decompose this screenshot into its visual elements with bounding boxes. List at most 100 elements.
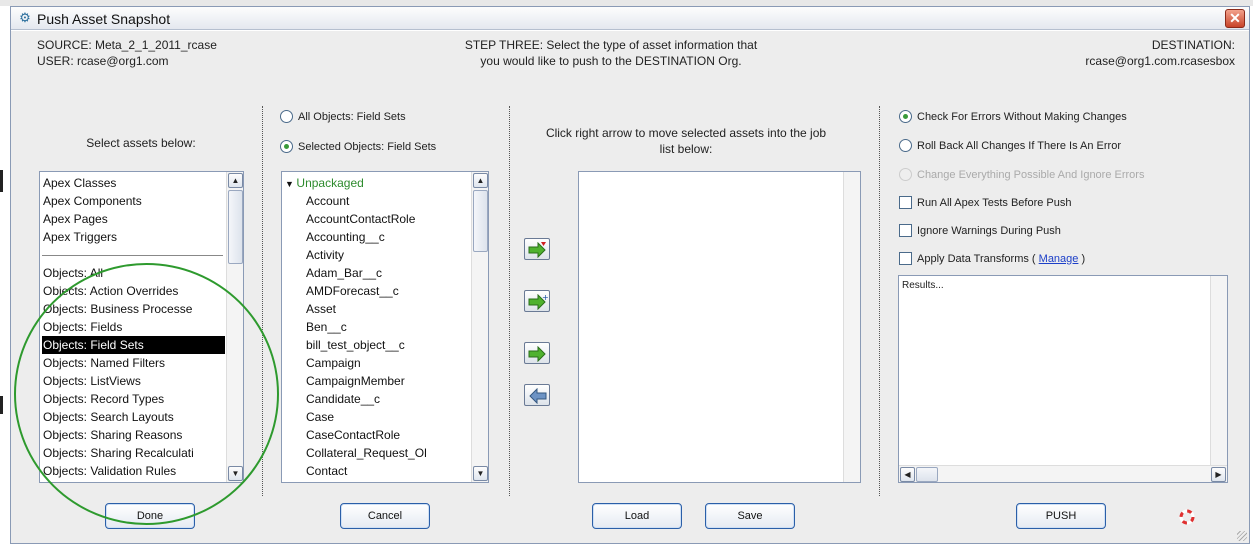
radio-all-objects[interactable]: All Objects: Field Sets xyxy=(280,110,406,123)
object-list-item[interactable]: CampaignMember xyxy=(284,372,470,390)
asset-list-item[interactable]: Objects: Search Layouts xyxy=(42,408,225,426)
radio-button[interactable] xyxy=(280,140,293,153)
arrow-right-red-icon xyxy=(528,242,546,258)
asset-list-item[interactable]: Apex Components xyxy=(42,192,225,210)
checkbox-run-tests[interactable]: Run All Apex Tests Before Push xyxy=(899,196,1072,209)
radio-label: Selected Objects: Field Sets xyxy=(298,140,437,153)
job-instruction-line-1: Click right arrow to move selected asset… xyxy=(545,126,827,140)
asset-list-item[interactable]: Objects: Record Types xyxy=(42,390,225,408)
move-left-button[interactable] xyxy=(524,384,550,406)
checkbox[interactable] xyxy=(899,252,912,265)
scroll-thumb[interactable] xyxy=(228,190,243,264)
asset-list-item[interactable]: Objects: Fields xyxy=(42,318,225,336)
scroll-right-button[interactable]: ▶ xyxy=(1211,467,1226,482)
scroll-thumb[interactable] xyxy=(916,467,938,482)
user-label: USER: rcase@org1.com xyxy=(37,54,169,68)
cancel-button[interactable]: Cancel xyxy=(340,503,430,529)
push-button[interactable]: PUSH xyxy=(1016,503,1106,529)
object-list-item[interactable]: ContentVersion xyxy=(284,480,470,482)
object-list-item[interactable]: Activity xyxy=(284,246,470,264)
checkbox-apply-transforms[interactable]: Apply Data Transforms ( Manage ) xyxy=(899,252,1085,265)
background-mark xyxy=(0,170,3,192)
results-vscrollbar[interactable] xyxy=(1210,276,1227,465)
move-all-button[interactable] xyxy=(524,238,550,260)
object-list-item[interactable]: Campaign xyxy=(284,354,470,372)
object-list-item[interactable]: AMDForecast__c xyxy=(284,282,470,300)
radio-rollback[interactable]: Roll Back All Changes If There Is An Err… xyxy=(899,139,1121,152)
object-list-item[interactable]: bill_test_object__c xyxy=(284,336,470,354)
object-list-item[interactable]: Ben__c xyxy=(284,318,470,336)
scroll-up-button[interactable]: ▲ xyxy=(473,173,488,188)
checkbox[interactable] xyxy=(899,196,912,209)
expand-triangle-icon[interactable]: ▼ xyxy=(285,179,296,189)
gear-icon: ⚙ xyxy=(19,10,31,25)
asset-list-item[interactable]: Apex Pages xyxy=(42,210,225,228)
asset-list-item[interactable]: Objects: Action Overrides xyxy=(42,282,225,300)
asset-list-item[interactable]: Objects: Sharing Recalculati xyxy=(42,444,225,462)
tree-group-unpackaged[interactable]: ▼ Unpackaged xyxy=(284,174,470,192)
move-right-button[interactable] xyxy=(524,342,550,364)
asset-list-item[interactable]: Objects: Sharing Reasons xyxy=(42,426,225,444)
checkbox-ignore-warnings[interactable]: Ignore Warnings During Push xyxy=(899,224,1061,237)
load-button[interactable]: Load xyxy=(592,503,682,529)
asset-list-item[interactable]: Objects: All xyxy=(42,264,225,282)
object-list-item[interactable]: Asset xyxy=(284,300,470,318)
object-list-item[interactable]: Contact xyxy=(284,462,470,480)
scroll-up-button[interactable]: ▲ xyxy=(228,173,243,188)
checkbox-label: Run All Apex Tests Before Push xyxy=(917,196,1072,209)
objects-listbox[interactable]: ▼ Unpackaged Account AccountContactRole Acc… xyxy=(281,171,489,483)
asset-list-item[interactable]: Apex Triggers xyxy=(42,228,225,246)
asset-list-item[interactable]: Objects: Field Sets xyxy=(42,336,225,354)
asset-list-item[interactable]: Objects: Validation Rules xyxy=(42,462,225,480)
manage-link[interactable]: Manage xyxy=(1039,253,1079,265)
scroll-left-button[interactable]: ◀ xyxy=(900,467,915,482)
radio-check-errors[interactable]: Check For Errors Without Making Changes xyxy=(899,110,1127,123)
checkbox-label-suffix: ) xyxy=(1081,252,1086,265)
background-mark xyxy=(0,396,3,414)
assets-scrollbar[interactable]: ▲ ▼ xyxy=(226,172,243,482)
object-list-item[interactable]: Adam_Bar__c xyxy=(284,264,470,282)
asset-list-item[interactable]: Objects: ListViews xyxy=(42,372,225,390)
radio-button[interactable] xyxy=(899,110,912,123)
job-instruction-line-2: list below: xyxy=(659,142,713,156)
job-listbox[interactable] xyxy=(578,171,861,483)
save-button[interactable]: Save xyxy=(705,503,795,529)
scroll-down-button[interactable]: ▼ xyxy=(473,466,488,481)
radio-button[interactable] xyxy=(899,139,912,152)
job-instructions: Click right arrow to move selected asset… xyxy=(511,125,861,157)
checkbox[interactable] xyxy=(899,224,912,237)
checkbox-label: Apply Data Transforms ( xyxy=(917,252,1036,265)
assets-listbox[interactable]: Apex Classes Apex Components Apex Pages Ape… xyxy=(39,171,244,483)
results-pane[interactable]: Results... ◀ ▶ xyxy=(898,275,1228,483)
radio-selected-objects[interactable]: Selected Objects: Field Sets xyxy=(280,140,436,153)
results-hscrollbar[interactable]: ◀ ▶ xyxy=(899,465,1227,482)
scroll-down-button[interactable]: ▼ xyxy=(228,466,243,481)
chevron-up-icon: ▲ xyxy=(231,176,240,185)
job-scrollbar[interactable] xyxy=(843,172,860,482)
asset-list-item[interactable]: Objects: Business Processe xyxy=(42,300,225,318)
title-bar[interactable]: ⚙ Push Asset Snapshot ✕ xyxy=(11,7,1249,30)
asset-list-item[interactable]: Objects: WebLinks xyxy=(42,480,225,482)
list-separator xyxy=(42,246,223,256)
objects-list: ▼ Unpackaged Account AccountContactRole Acc… xyxy=(284,174,470,482)
objects-scrollbar[interactable]: ▲ ▼ xyxy=(471,172,488,482)
object-list-item[interactable]: Case xyxy=(284,408,470,426)
object-list-item[interactable]: Accounting__c xyxy=(284,228,470,246)
asset-list-item[interactable]: Apex Classes xyxy=(42,174,225,192)
object-list-item[interactable]: Candidate__c xyxy=(284,390,470,408)
radio-label: Check For Errors Without Making Changes xyxy=(917,110,1127,123)
close-button[interactable]: ✕ xyxy=(1225,9,1245,28)
done-button[interactable]: Done xyxy=(105,503,195,529)
resize-grip[interactable] xyxy=(1237,531,1247,541)
object-list-item[interactable]: Collateral_Request_Ol xyxy=(284,444,470,462)
object-list-item[interactable]: CaseContactRole xyxy=(284,426,470,444)
object-list-item[interactable]: AccountContactRole xyxy=(284,210,470,228)
add-to-job-button[interactable]: + xyxy=(524,290,550,312)
lifebuoy-icon[interactable] xyxy=(1179,509,1195,525)
object-list-item[interactable]: Account xyxy=(284,192,470,210)
scroll-thumb[interactable] xyxy=(473,190,488,252)
destination-label: DESTINATION: xyxy=(1151,38,1235,52)
radio-button[interactable] xyxy=(280,110,293,123)
asset-list-item[interactable]: Objects: Named Filters xyxy=(42,354,225,372)
destination-value: rcase@org1.com.rcasesbox xyxy=(1085,54,1235,68)
